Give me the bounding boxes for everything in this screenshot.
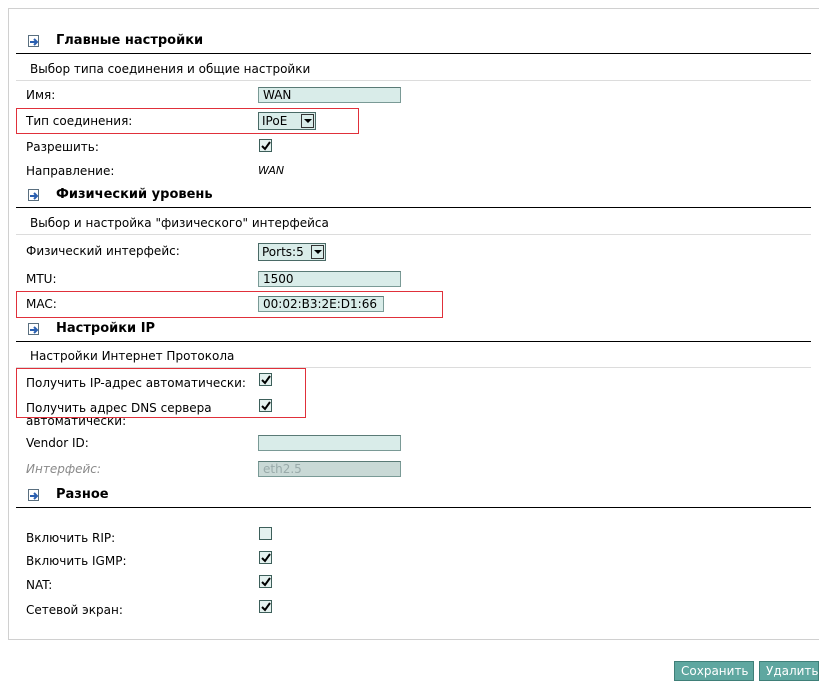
divider <box>16 80 811 81</box>
section-subtitle-main: Выбор типа соединения и общие настройки <box>30 62 311 76</box>
physical-interface-value: Ports:5 <box>262 245 304 259</box>
divider <box>16 507 811 508</box>
mtu-label: MTU: <box>26 272 57 286</box>
divider <box>16 341 811 342</box>
enable-checkbox[interactable] <box>259 139 272 152</box>
arrow-right-icon <box>28 35 39 47</box>
mac-label: MAC: <box>26 297 57 311</box>
connection-type-select[interactable]: IPoE <box>258 112 316 130</box>
nat-label: NAT: <box>26 578 53 592</box>
vendor-id-input[interactable] <box>258 435 401 451</box>
mtu-input[interactable]: 1500 <box>258 271 401 287</box>
rip-checkbox[interactable] <box>259 527 272 540</box>
physical-interface-label: Физический интерфейс: <box>26 244 180 258</box>
save-button[interactable]: Сохранить <box>674 661 754 681</box>
auto-dns-label: Получить адрес DNS сервера <box>26 401 212 415</box>
igmp-checkbox[interactable] <box>259 551 272 564</box>
auto-dns-checkbox[interactable] <box>259 399 272 412</box>
connection-type-label: Тип соединения: <box>26 114 133 128</box>
rip-label: Включить RIP: <box>26 531 116 545</box>
arrow-right-icon <box>28 489 39 501</box>
physical-interface-select[interactable]: Ports:5 <box>258 243 326 261</box>
arrow-right-icon <box>28 323 39 335</box>
auto-ip-label: Получить IP-адрес автоматически: <box>26 376 246 390</box>
firewall-checkbox[interactable] <box>259 600 272 613</box>
igmp-label: Включить IGMP: <box>26 554 127 568</box>
name-label: Имя: <box>26 88 56 102</box>
auto-ip-checkbox[interactable] <box>259 373 272 386</box>
section-subtitle-physical: Выбор и настройка "физического" интерфей… <box>30 216 329 230</box>
arrow-right-icon <box>28 189 39 201</box>
auto-dns-label-cont: автоматически: <box>26 414 127 428</box>
vendor-id-label: Vendor ID: <box>26 436 89 450</box>
connection-type-value: IPoE <box>262 114 288 128</box>
nat-checkbox[interactable] <box>259 575 272 588</box>
delete-button[interactable]: Удалить <box>759 661 819 681</box>
firewall-label: Сетевой экран: <box>26 603 123 617</box>
section-title-ip: Настройки IP <box>56 321 156 336</box>
direction-value: WAN <box>258 164 285 177</box>
interface-label: Интерфейс: <box>26 462 101 476</box>
chevron-down-icon <box>311 245 324 259</box>
divider <box>16 53 811 54</box>
divider <box>16 207 811 208</box>
interface-input: eth2.5 <box>258 461 401 477</box>
name-input[interactable]: WAN <box>258 87 401 103</box>
enable-label: Разрешить: <box>26 140 99 154</box>
section-title-main: Главные настройки <box>56 33 204 48</box>
divider <box>16 234 811 235</box>
section-subtitle-ip: Настройки Интернет Протокола <box>30 349 235 363</box>
section-title-physical: Физический уровень <box>56 187 213 202</box>
chevron-down-icon <box>301 114 314 128</box>
direction-label: Направление: <box>26 164 115 178</box>
section-title-misc: Разное <box>56 487 109 502</box>
mac-input[interactable]: 00:02:B3:2E:D1:66 <box>258 296 384 312</box>
